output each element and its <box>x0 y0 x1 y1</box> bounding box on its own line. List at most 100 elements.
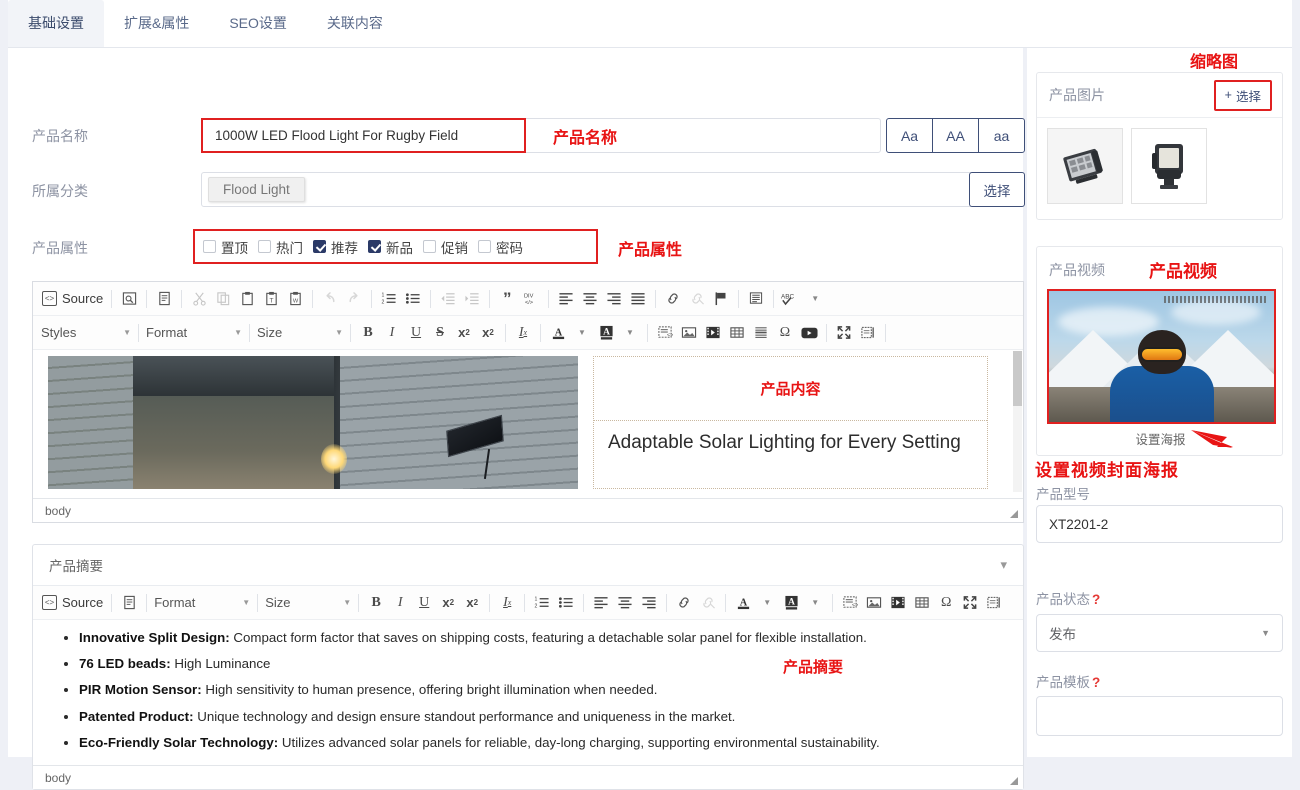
checkbox-item-new[interactable]: 新品 <box>368 237 413 257</box>
summary-source-button[interactable]: <> Source <box>39 595 106 610</box>
case-button-lower[interactable]: aa <box>978 118 1025 153</box>
checkbox-item-promotion[interactable]: 促销 <box>423 237 468 257</box>
checkbox-item-hot[interactable]: 热门 <box>258 237 303 257</box>
table-icon[interactable] <box>911 591 933 615</box>
align-right-icon[interactable] <box>603 287 625 311</box>
text-justify-icon[interactable] <box>745 287 767 311</box>
editor-text-cell[interactable]: 产品内容 Adaptable Solar Lighting for Every … <box>593 356 988 489</box>
code-snippet-icon[interactable]: <> <box>654 321 676 345</box>
editor-resize-handle[interactable] <box>1010 510 1018 518</box>
unlink-icon[interactable] <box>686 287 708 311</box>
checkbox-item-password[interactable]: 密码 <box>478 237 523 257</box>
background-color-icon[interactable]: A <box>595 321 617 345</box>
link-icon[interactable] <box>662 287 684 311</box>
summary-size-dropdown[interactable]: Size ▼ <box>265 591 351 615</box>
editor-scrollbar-thumb[interactable] <box>1013 351 1022 406</box>
undo-icon[interactable] <box>319 287 341 311</box>
product-template-input[interactable] <box>1036 696 1283 736</box>
subscript-icon[interactable]: x2 <box>453 321 475 345</box>
category-chip[interactable]: Flood Light <box>208 177 305 202</box>
format-dropdown[interactable]: Format ▼ <box>146 321 242 345</box>
horizontal-rule-icon[interactable] <box>750 321 772 345</box>
special-char-icon[interactable]: Ω <box>935 591 957 615</box>
link-icon[interactable] <box>673 591 695 615</box>
product-name-input[interactable]: 1000W LED Flood Light For Rugby Field <box>201 118 526 153</box>
preview-icon[interactable] <box>118 287 140 311</box>
case-button-upper[interactable]: AA <box>932 118 979 153</box>
redo-icon[interactable] <box>343 287 365 311</box>
show-blocks-icon[interactable] <box>857 321 879 345</box>
justify-icon[interactable] <box>627 287 649 311</box>
checkbox-item-recommend[interactable]: 推荐 <box>313 237 358 257</box>
paste-icon[interactable] <box>236 287 258 311</box>
help-icon[interactable]: ? <box>1092 592 1100 607</box>
italic-icon[interactable]: I <box>381 321 403 345</box>
underline-icon[interactable]: U <box>405 321 427 345</box>
superscript-icon[interactable]: x2 <box>461 591 483 615</box>
tab-extended-attributes[interactable]: 扩展&属性 <box>104 0 209 47</box>
align-center-icon[interactable] <box>579 287 601 311</box>
tab-seo-settings[interactable]: SEO设置 <box>209 0 307 47</box>
image-icon[interactable] <box>863 591 885 615</box>
maximize-icon[interactable] <box>833 321 855 345</box>
show-blocks-icon[interactable] <box>983 591 1005 615</box>
maximize-icon[interactable] <box>959 591 981 615</box>
product-image-thumb-1[interactable] <box>1047 128 1123 204</box>
subscript-icon[interactable]: x2 <box>437 591 459 615</box>
strikethrough-icon[interactable]: S <box>429 321 451 345</box>
bulleted-list-icon[interactable] <box>555 591 577 615</box>
category-field[interactable]: Flood Light <box>201 172 973 207</box>
templates-icon[interactable] <box>153 287 175 311</box>
italic-icon[interactable]: I <box>389 591 411 615</box>
bold-icon[interactable]: B <box>357 321 379 345</box>
tab-basic-settings[interactable]: 基础设置 <box>8 0 104 47</box>
tab-related-content[interactable]: 关联内容 <box>307 0 403 47</box>
align-center-icon[interactable] <box>614 591 636 615</box>
editor-content-area[interactable]: 产品内容 Adaptable Solar Lighting for Every … <box>33 350 1023 498</box>
blockquote-icon[interactable]: ” <box>496 287 518 311</box>
youtube-icon[interactable] <box>798 321 820 345</box>
text-color-icon[interactable]: A <box>732 591 754 615</box>
table-icon[interactable] <box>726 321 748 345</box>
decrease-indent-icon[interactable] <box>437 287 459 311</box>
help-icon[interactable]: ? <box>1092 675 1100 690</box>
category-select-button[interactable]: 选择 <box>969 172 1025 207</box>
text-color-icon[interactable]: A <box>547 321 569 345</box>
editor-heading[interactable]: Adaptable Solar Lighting for Every Setti… <box>594 421 987 456</box>
paste-text-icon[interactable]: T <box>260 287 282 311</box>
checkbox-item-top[interactable]: 置顶 <box>203 237 248 257</box>
flash-icon[interactable] <box>702 321 724 345</box>
summary-resize-handle[interactable] <box>1010 777 1018 786</box>
source-button[interactable]: <> Source <box>39 291 106 306</box>
case-button-sentence[interactable]: Aa <box>886 118 933 153</box>
checkbox-top[interactable] <box>203 240 216 253</box>
checkbox-new[interactable] <box>368 240 381 253</box>
image-icon[interactable] <box>678 321 700 345</box>
video-poster-preview[interactable] <box>1047 289 1276 424</box>
size-dropdown[interactable]: Size ▼ <box>257 321 343 345</box>
select-images-button[interactable]: + 选择 <box>1213 79 1272 111</box>
templates-icon[interactable] <box>118 591 140 615</box>
styles-dropdown[interactable]: Styles ▼ <box>41 321 131 345</box>
paste-word-icon[interactable]: W <box>284 287 306 311</box>
bold-icon[interactable]: B <box>365 591 387 615</box>
summary-header[interactable]: 产品摘要 ▾ <box>33 545 1023 586</box>
summary-format-dropdown[interactable]: Format ▼ <box>154 591 250 615</box>
spellcheck-icon[interactable]: ABC <box>780 287 802 311</box>
product-model-input[interactable]: XT2201-2 <box>1036 505 1283 543</box>
align-left-icon[interactable] <box>555 287 577 311</box>
checkbox-recommend[interactable] <box>313 240 326 253</box>
align-right-icon[interactable] <box>638 591 660 615</box>
chevron-down-icon[interactable]: ▼ <box>571 321 593 345</box>
product-image-thumb-2[interactable] <box>1131 128 1207 204</box>
numbered-list-icon[interactable]: 12 <box>378 287 400 311</box>
special-char-icon[interactable]: Ω <box>774 321 796 345</box>
chevron-down-icon[interactable]: ▼ <box>756 591 778 615</box>
align-left-icon[interactable] <box>590 591 612 615</box>
chevron-down-icon[interactable]: ▼ <box>619 321 641 345</box>
set-poster-link[interactable]: 设置海报 <box>1037 429 1284 448</box>
background-color-icon[interactable]: A <box>780 591 802 615</box>
checkbox-hot[interactable] <box>258 240 271 253</box>
underline-icon[interactable]: U <box>413 591 435 615</box>
chevron-down-icon[interactable]: ▼ <box>804 591 826 615</box>
